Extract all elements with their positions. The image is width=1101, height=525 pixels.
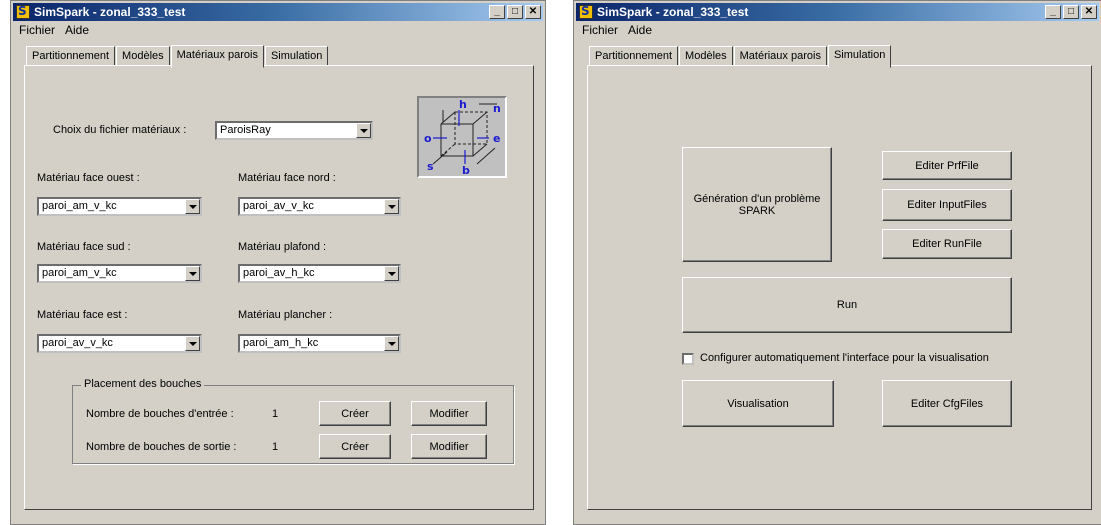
create-inlet-button[interactable]: Créer [319,401,391,426]
maximize-button[interactable]: □ [1063,5,1079,19]
inlet-count-label: Nombre de bouches d'entrée : [86,408,234,420]
materiaux-panel: Choix du fichier matériaux : ParoisRay h… [24,65,534,510]
inlet-count-value: 1 [272,408,279,420]
create-outlet-button[interactable]: Créer [319,434,391,459]
window-title: SimSpark - zonal_333_test [597,5,749,19]
north-face-value: paroi_av_v_kc [243,200,314,212]
north-face-label: Matériau face nord : [238,172,336,184]
cube-label-s: s [427,160,434,173]
minimize-button[interactable]: _ [489,5,505,19]
cube-label-n: n [493,102,501,115]
close-button[interactable]: ✕ [525,5,541,19]
simulation-panel: Génération d'un problème SPARK Editer Pr… [587,65,1092,510]
window-materiaux: S SimSpark - zonal_333_test _ □ ✕ Fichie… [10,0,546,525]
window-title: SimSpark - zonal_333_test [34,5,186,19]
title-bar[interactable]: S SimSpark - zonal_333_test _ □ ✕ [13,3,543,21]
tab-partitionnement[interactable]: Partitionnement [26,46,116,66]
orientation-cube-image: h n o e s b [417,96,507,178]
vents-group: Placement des bouches Nombre de bouches … [72,378,514,464]
ceiling-value: paroi_av_h_kc [243,267,315,279]
visualisation-button[interactable]: Visualisation [682,380,834,427]
east-face-select[interactable]: paroi_av_v_kc [37,334,202,353]
menu-fichier[interactable]: Fichier [580,23,620,39]
minimize-button[interactable]: _ [1045,5,1061,19]
tab-materiaux-parois[interactable]: Matériaux parois [733,46,827,66]
cube-label-h: h [459,98,467,111]
run-button[interactable]: Run [682,277,1012,333]
edit-runfile-button[interactable]: Editer RunFile [882,229,1012,259]
tab-partitionnement[interactable]: Partitionnement [589,46,679,66]
cube-label-e: e [493,132,500,145]
south-face-select[interactable]: paroi_am_v_kc [37,264,202,283]
south-face-value: paroi_am_v_kc [42,267,117,279]
menu-bar: Fichier Aide [580,23,654,39]
cube-label-o: o [424,132,432,145]
tab-simulation[interactable]: Simulation [264,46,329,66]
modify-inlet-button[interactable]: Modifier [411,401,487,426]
auto-config-checkbox[interactable] [682,353,694,365]
ceiling-select[interactable]: paroi_av_h_kc [238,264,401,283]
cube-label-b: b [462,164,470,176]
outlet-count-label: Nombre de bouches de sortie : [86,441,237,453]
chevron-down-icon[interactable] [384,336,399,351]
tab-strip: Partitionnement Modèles Matériaux parois… [26,44,329,68]
tab-materiaux-parois[interactable]: Matériaux parois [170,45,264,68]
material-file-value: ParoisRay [220,124,271,136]
tab-simulation[interactable]: Simulation [827,45,892,68]
window-simulation: S SimSpark - zonal_333_test _ □ ✕ Fichie… [573,0,1101,525]
floor-select[interactable]: paroi_am_h_kc [238,334,401,353]
menu-aide[interactable]: Aide [626,23,654,39]
floor-label: Matériau plancher : [238,309,333,321]
ceiling-label: Matériau plafond : [238,241,327,253]
edit-prffile-button[interactable]: Editer PrfFile [882,151,1012,180]
maximize-button[interactable]: □ [507,5,523,19]
title-bar[interactable]: S SimSpark - zonal_333_test _ □ ✕ [576,3,1099,21]
south-face-label: Matériau face sud : [37,241,131,253]
vents-group-legend: Placement des bouches [81,378,205,390]
edit-cfgfiles-button[interactable]: Editer CfgFiles [882,380,1012,427]
modify-outlet-button[interactable]: Modifier [411,434,487,459]
file-choice-label: Choix du fichier matériaux : [53,124,187,136]
tab-strip: Partitionnement Modèles Matériaux parois… [589,44,892,68]
west-face-label: Matériau face ouest : [37,172,140,184]
generate-spark-button[interactable]: Génération d'un problème SPARK [682,147,832,262]
chevron-down-icon[interactable] [185,199,200,214]
floor-value: paroi_am_h_kc [243,337,319,349]
tab-modeles[interactable]: Modèles [679,46,733,66]
north-face-select[interactable]: paroi_av_v_kc [238,197,401,216]
close-button[interactable]: ✕ [1081,5,1097,19]
app-icon: S [16,4,30,19]
chevron-down-icon[interactable] [384,199,399,214]
outlet-count-value: 1 [272,441,279,453]
west-face-select[interactable]: paroi_am_v_kc [37,197,202,216]
chevron-down-icon[interactable] [384,266,399,281]
menu-bar: Fichier Aide [17,23,91,39]
app-icon: S [579,4,593,19]
east-face-label: Matériau face est : [37,309,128,321]
menu-aide[interactable]: Aide [63,23,91,39]
chevron-down-icon[interactable] [185,336,200,351]
chevron-down-icon[interactable] [185,266,200,281]
tab-modeles[interactable]: Modèles [116,46,170,66]
menu-fichier[interactable]: Fichier [17,23,57,39]
auto-config-label[interactable]: Configurer automatiquement l'interface p… [700,352,989,364]
chevron-down-icon[interactable] [356,123,371,138]
material-file-select[interactable]: ParoisRay [215,121,373,140]
east-face-value: paroi_av_v_kc [42,337,113,349]
west-face-value: paroi_am_v_kc [42,200,117,212]
edit-inputfiles-button[interactable]: Editer InputFiles [882,189,1012,221]
